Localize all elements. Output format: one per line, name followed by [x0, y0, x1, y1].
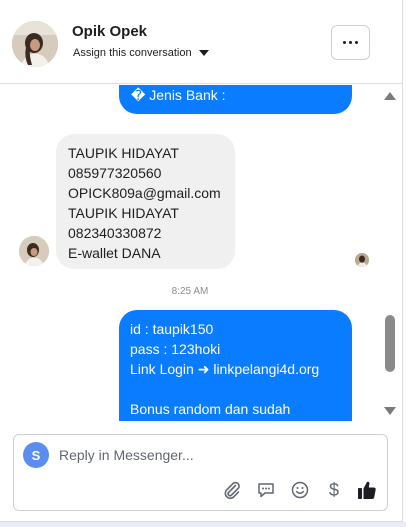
reply-composer: S $ — [13, 434, 388, 511]
thumbs-up-icon — [358, 481, 376, 499]
contact-avatar[interactable] — [12, 21, 58, 67]
message-line: pass : 123hoki — [130, 341, 221, 357]
emoji-icon — [291, 481, 309, 499]
reply-input[interactable] — [59, 444, 359, 466]
message-line: 082340330872 — [68, 225, 162, 241]
payment-icon: $ — [328, 480, 339, 500]
scroll-up-arrow-icon[interactable] — [384, 92, 396, 100]
scrollbar-thumb[interactable] — [385, 315, 395, 372]
assign-conversation-dropdown[interactable]: Assign this conversation — [73, 47, 209, 59]
contact-name[interactable]: Opik Opek — [72, 23, 147, 40]
attachment-button[interactable] — [221, 479, 243, 501]
scroll-down-arrow-icon[interactable] — [384, 407, 396, 415]
message-timestamp: 8:25 AM — [171, 286, 209, 297]
message-thread[interactable]: � Jenis Bank : TAUPIK HIDAYAT 0859773205… — [0, 85, 380, 421]
message-line: Bonus random dan sudah — [130, 401, 291, 417]
assign-label: Assign this conversation — [73, 47, 192, 59]
message-line: E-wallet DANA — [68, 245, 161, 261]
outgoing-message-partial: � Jenis Bank : — [119, 85, 352, 114]
sender-avatar — [19, 236, 49, 266]
message-line: TAUPIK HIDAYAT — [68, 205, 179, 221]
incoming-message: TAUPIK HIDAYAT 085977320560 OPICK809a@gm… — [56, 134, 235, 269]
message-line: 085977320560 — [68, 165, 162, 181]
like-button[interactable] — [356, 479, 378, 501]
conversation-header: Opik Opek Assign this conversation — [0, 0, 403, 84]
seen-indicator-avatar — [355, 253, 369, 267]
outgoing-message: id : taupik150 pass : 123hoki Link Login… — [119, 310, 352, 421]
message-line: TAUPIK HIDAYAT — [68, 145, 179, 161]
payment-button[interactable]: $ — [323, 479, 345, 501]
message-line — [130, 379, 341, 399]
message-line: OPICK809a@gmail.com — [68, 185, 221, 201]
saved-replies-icon — [258, 483, 274, 498]
attachment-icon — [224, 481, 240, 500]
conversation-panel: Opik Opek Assign this conversation � Jen… — [0, 0, 403, 522]
message-line: Link Login ➜ linkpelangi4d.org — [130, 361, 320, 377]
window-bottom-edge — [0, 522, 406, 527]
sender-initial-avatar: S — [23, 442, 49, 468]
message-line: � Jenis Bank : — [131, 87, 226, 103]
more-options-button[interactable] — [331, 25, 370, 60]
caret-down-icon — [198, 50, 209, 56]
saved-replies-button[interactable] — [255, 479, 277, 501]
message-line: id : taupik150 — [130, 321, 214, 337]
more-options-icon — [343, 41, 358, 44]
emoji-button[interactable] — [289, 479, 311, 501]
